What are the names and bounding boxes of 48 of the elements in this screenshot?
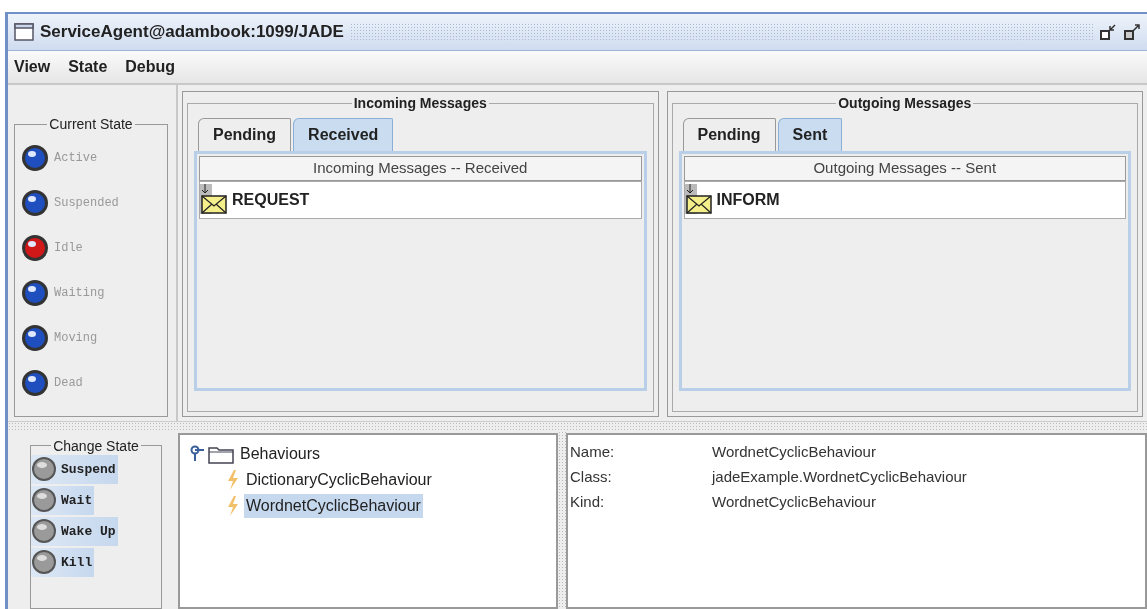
group-title: Change State [52, 439, 140, 453]
field-label: Name: [570, 442, 616, 462]
state-label: Dead [54, 374, 83, 392]
tab[interactable]: Sent [777, 118, 843, 152]
state-label: Waiting [54, 284, 105, 302]
field-label: Class: [570, 467, 613, 487]
status-light [21, 233, 49, 262]
field-value: jadeExample.WordnetCyclicBehaviour [712, 467, 967, 487]
panel-title: Outgoing Messages [837, 96, 973, 111]
message-performative[interactable]: REQUEST [232, 187, 310, 212]
field-value: WordnetCyclicBehaviour [712, 492, 876, 512]
state-button[interactable]: Wait [31, 486, 95, 515]
tab[interactable]: Pending [198, 118, 292, 152]
tab[interactable]: Pending [682, 118, 776, 152]
state-label: Idle [54, 239, 83, 257]
menu-item[interactable]: Debug [125, 54, 176, 79]
tree-toggle-icon[interactable] [190, 445, 204, 463]
message-performative[interactable]: INFORM [716, 187, 780, 212]
tree-node[interactable]: DictionaryCyclicBehaviour [244, 468, 434, 492]
status-light [21, 143, 49, 172]
state-label: Active [54, 149, 98, 167]
state-button[interactable]: Suspend [31, 455, 118, 484]
state-button[interactable]: Wake Up [31, 517, 118, 546]
status-light [21, 278, 49, 307]
table-header: Incoming Messages -- Received [199, 156, 642, 181]
field-label: Kind: [570, 492, 606, 512]
group-title: Current State [48, 117, 134, 132]
envelope-icon [200, 184, 228, 216]
window-title: ServiceAgent@adambook:1099/JADE [40, 21, 344, 44]
menu-item[interactable]: View [14, 54, 51, 79]
window-icon [14, 22, 34, 41]
panel-title: Incoming Messages [352, 96, 488, 111]
folder-icon [208, 444, 234, 464]
state-label: Moving [54, 329, 98, 347]
state-button[interactable]: Kill [31, 548, 95, 577]
menu-item[interactable]: State [68, 54, 108, 79]
tab[interactable]: Received [293, 118, 394, 152]
tree-node[interactable]: WordnetCyclicBehaviour [244, 494, 423, 518]
status-light [21, 323, 49, 352]
field-value: WordnetCyclicBehaviour [712, 442, 876, 462]
envelope-icon [684, 184, 713, 216]
state-label: Suspended [54, 194, 119, 212]
status-light [21, 188, 49, 217]
status-light [21, 368, 49, 397]
maximize-icon[interactable] [1123, 22, 1141, 41]
table-header: Outgoing Messages -- Sent [683, 156, 1126, 181]
minimize-icon[interactable] [1099, 22, 1117, 41]
tree-node[interactable]: Behaviours [238, 442, 323, 466]
